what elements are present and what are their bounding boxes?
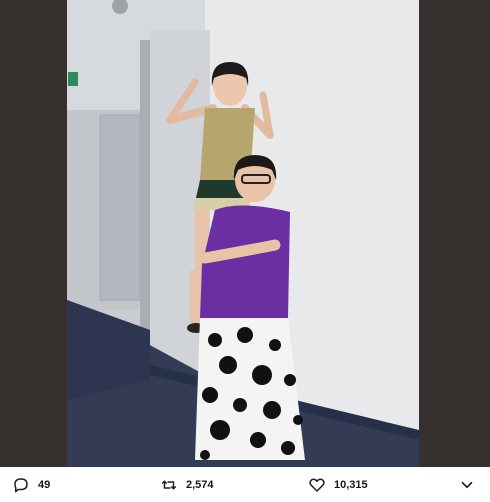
share-icon — [458, 476, 476, 494]
photo-image — [0, 0, 490, 467]
reply-count: 49 — [38, 478, 51, 491]
retweet-count: 2,574 — [186, 478, 214, 491]
share-button[interactable] — [458, 467, 476, 502]
retweet-icon — [160, 476, 178, 494]
reply-icon — [12, 476, 30, 494]
like-count: 10,315 — [334, 478, 368, 491]
tweet-photo[interactable] — [0, 0, 490, 467]
reply-button[interactable]: 49 — [12, 467, 50, 502]
retweet-button[interactable]: 2,574 — [160, 467, 214, 502]
tweet-card: 49 2,574 10,315 — [0, 0, 490, 502]
tweet-action-bar: 49 2,574 10,315 — [0, 467, 490, 502]
heart-icon — [308, 476, 326, 494]
like-button[interactable]: 10,315 — [308, 467, 368, 502]
